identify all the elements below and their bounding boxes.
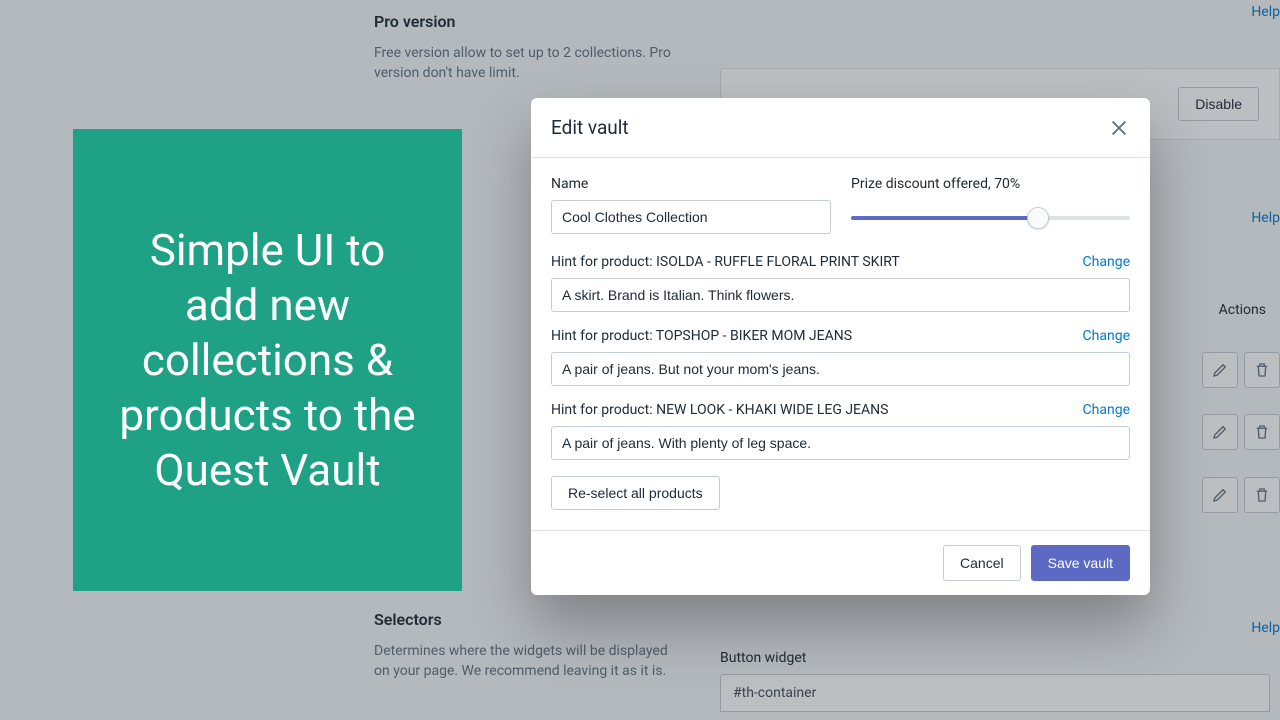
change-link[interactable]: Change [1083,402,1130,418]
discount-label: Prize discount offered, 70% [851,176,1130,192]
close-icon [1108,117,1130,139]
close-button[interactable] [1108,117,1130,139]
hint-input[interactable] [551,278,1130,312]
modal-header: Edit vault [531,98,1150,158]
modal-body: Name Prize discount offered, 70% Hint fo… [531,158,1150,531]
change-link[interactable]: Change [1083,254,1130,270]
hint-label: Hint for product: TOPSHOP - BIKER MOM JE… [551,328,852,344]
promo-callout: Simple UI to add new collections & produ… [73,129,462,591]
name-label: Name [551,176,831,192]
cancel-button[interactable]: Cancel [943,545,1021,581]
edit-vault-modal: Edit vault Name Prize discount offered, … [531,98,1150,595]
slider-fill [851,216,1032,220]
hint-block: Hint for product: NEW LOOK - KHAKI WIDE … [551,402,1130,460]
save-vault-button[interactable]: Save vault [1031,545,1130,581]
reselect-products-button[interactable]: Re-select all products [551,476,720,510]
change-link[interactable]: Change [1083,328,1130,344]
hint-input[interactable] [551,426,1130,460]
modal-title: Edit vault [551,116,629,139]
promo-callout-text: Simple UI to add new collections & produ… [109,223,426,498]
discount-slider[interactable] [851,200,1130,236]
hint-label: Hint for product: NEW LOOK - KHAKI WIDE … [551,402,888,418]
slider-thumb[interactable] [1027,207,1049,229]
hint-block: Hint for product: ISOLDA - RUFFLE FLORAL… [551,254,1130,312]
hint-label: Hint for product: ISOLDA - RUFFLE FLORAL… [551,254,900,270]
name-field: Name [551,176,831,236]
discount-field: Prize discount offered, 70% [851,176,1130,236]
hint-block: Hint for product: TOPSHOP - BIKER MOM JE… [551,328,1130,386]
hint-input[interactable] [551,352,1130,386]
modal-footer: Cancel Save vault [531,531,1150,595]
name-input[interactable] [551,200,831,234]
